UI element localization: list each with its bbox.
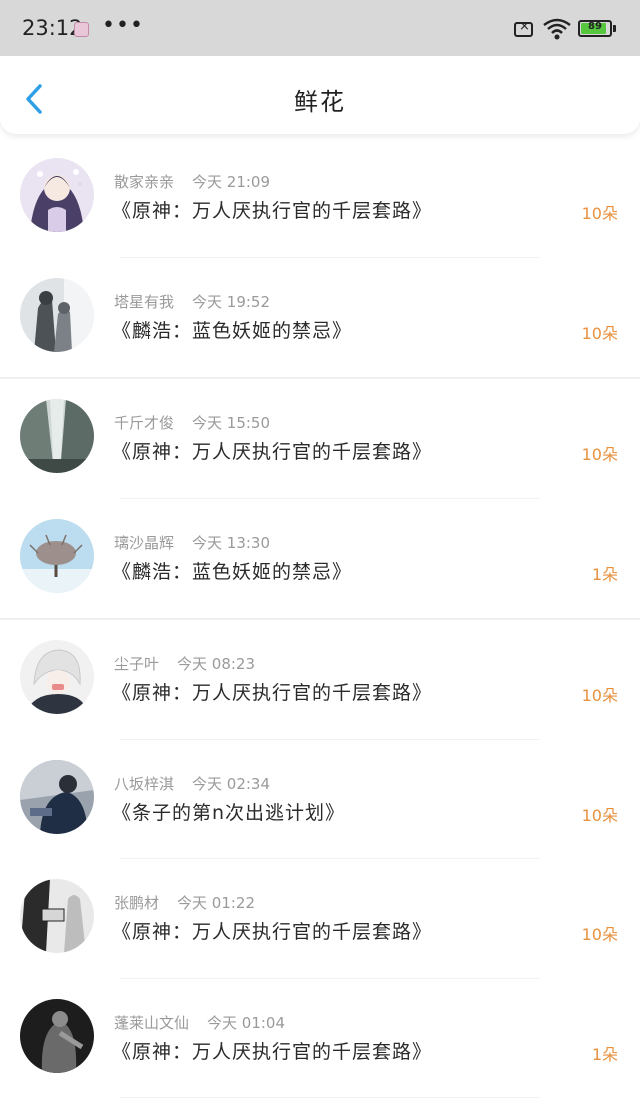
book-title[interactable]: 《条子的第n次出逃计划》 — [112, 798, 345, 825]
gift-time: 今天 13:30 — [192, 533, 271, 552]
gift-meta: 蓬莱山文仙 今天 01:04 — [114, 1012, 285, 1033]
gift-meta: 尘子叶 今天 08:23 — [114, 653, 255, 674]
gift-time: 今天 15:50 — [192, 414, 271, 432]
list-item[interactable]: 散家亲亲 今天 21:09 《原神：万人厌执行官的千层套路》 10朵 — [0, 138, 640, 258]
sender-name: 张鹏材 — [114, 894, 160, 912]
gift-meta: 散家亲亲 今天 21:09 — [114, 171, 270, 192]
gift-time: 今天 19:52 — [192, 292, 271, 311]
gift-meta: 千斤才俊 今天 15:50 — [114, 412, 270, 433]
sender-name: 尘子叶 — [114, 655, 160, 673]
nav-header: 鲜花 — [0, 56, 640, 134]
flower-gift-list: 散家亲亲 今天 21:09 《原神：万人厌执行官的千层套路》 10朵 塔星有我 今天… — [0, 138, 640, 1098]
book-title[interactable]: 《原神：万人厌执行官的千层套路》 — [112, 196, 432, 223]
gift-time: 今天 01:22 — [177, 894, 256, 912]
gift-meta: 张鹏材 今天 01:22 — [114, 892, 255, 913]
avatar — [20, 399, 94, 473]
sender-name: 璃沙晶辉 — [114, 533, 175, 552]
flower-count: 1朵 — [591, 1044, 618, 1064]
avatar — [20, 640, 94, 714]
flower-count: 10朵 — [581, 925, 618, 944]
gift-meta: 塔星有我 今天 19:52 — [114, 291, 270, 312]
avatar — [20, 879, 94, 953]
book-title[interactable]: 《原神：万人厌执行官的千层套路》 — [112, 917, 432, 944]
book-title[interactable]: 《麟浩：蓝色妖姬的禁忌》 — [112, 316, 352, 343]
avatar — [20, 277, 94, 352]
list-item[interactable]: 璃沙晶辉 今天 13:30 《麟浩：蓝色妖姬的禁忌》 1朵 — [0, 498, 640, 618]
sender-name: 八坂梓淇 — [114, 774, 175, 793]
gift-meta: 八坂梓淇 今天 02:34 — [114, 773, 270, 794]
avatar — [20, 158, 94, 232]
avatar — [20, 998, 94, 1073]
sender-name: 千斤才俊 — [114, 414, 175, 432]
book-title[interactable]: 《原神：万人厌执行官的千层套路》 — [112, 437, 432, 464]
avatar — [20, 518, 94, 593]
battery-icon: 89 — [578, 20, 612, 37]
book-title[interactable]: 《麟浩：蓝色妖姬的禁忌》 — [112, 557, 352, 584]
gift-time: 今天 02:34 — [192, 774, 271, 793]
gift-meta: 璃沙晶辉 今天 13:30 — [114, 532, 270, 553]
list-item[interactable]: 千斤才俊 今天 15:50 《原神：万人厌执行官的千层套路》 10朵 — [0, 377, 640, 499]
battery-cap — [613, 25, 616, 32]
flower-count: 10朵 — [581, 686, 618, 705]
sender-name: 散家亲亲 — [114, 173, 175, 191]
sender-name: 塔星有我 — [114, 292, 175, 311]
list-item[interactable]: 塔星有我 今天 19:52 《麟浩：蓝色妖姬的禁忌》 10朵 — [0, 257, 640, 377]
no-sim-icon — [514, 19, 533, 37]
page-title: 鲜花 — [294, 88, 346, 116]
flower-count: 10朵 — [581, 323, 618, 343]
list-item[interactable]: 蓬莱山文仙 今天 01:04 《原神：万人厌执行官的千层套路》 1朵 — [0, 978, 640, 1098]
wifi-icon — [542, 17, 572, 41]
book-title[interactable]: 《原神：万人厌执行官的千层套路》 — [112, 678, 432, 705]
gift-time: 今天 08:23 — [177, 655, 256, 673]
list-item[interactable]: 张鹏材 今天 01:22 《原神：万人厌执行官的千层套路》 10朵 — [0, 859, 640, 979]
more-notifications-icon: ••• — [102, 13, 144, 38]
flower-count: 10朵 — [581, 445, 618, 464]
divider — [120, 1097, 540, 1098]
flower-count: 10朵 — [581, 204, 618, 223]
status-bar: 23:12 ••• 89 — [0, 0, 640, 56]
gift-time: 今天 21:09 — [192, 173, 271, 191]
battery-percent: 89 — [588, 21, 602, 32]
list-item[interactable]: 尘子叶 今天 08:23 《原神：万人厌执行官的千层套路》 10朵 — [0, 618, 640, 740]
flower-count: 1朵 — [591, 564, 618, 584]
sender-name: 蓬莱山文仙 — [114, 1013, 190, 1032]
flower-count: 10朵 — [581, 805, 618, 825]
app-notification-icon — [74, 22, 89, 37]
list-item[interactable]: 八坂梓淇 今天 02:34 《条子的第n次出逃计划》 10朵 — [0, 739, 640, 859]
book-title[interactable]: 《原神：万人厌执行官的千层套路》 — [112, 1037, 432, 1064]
avatar — [20, 759, 94, 834]
gift-time: 今天 01:04 — [207, 1013, 286, 1032]
